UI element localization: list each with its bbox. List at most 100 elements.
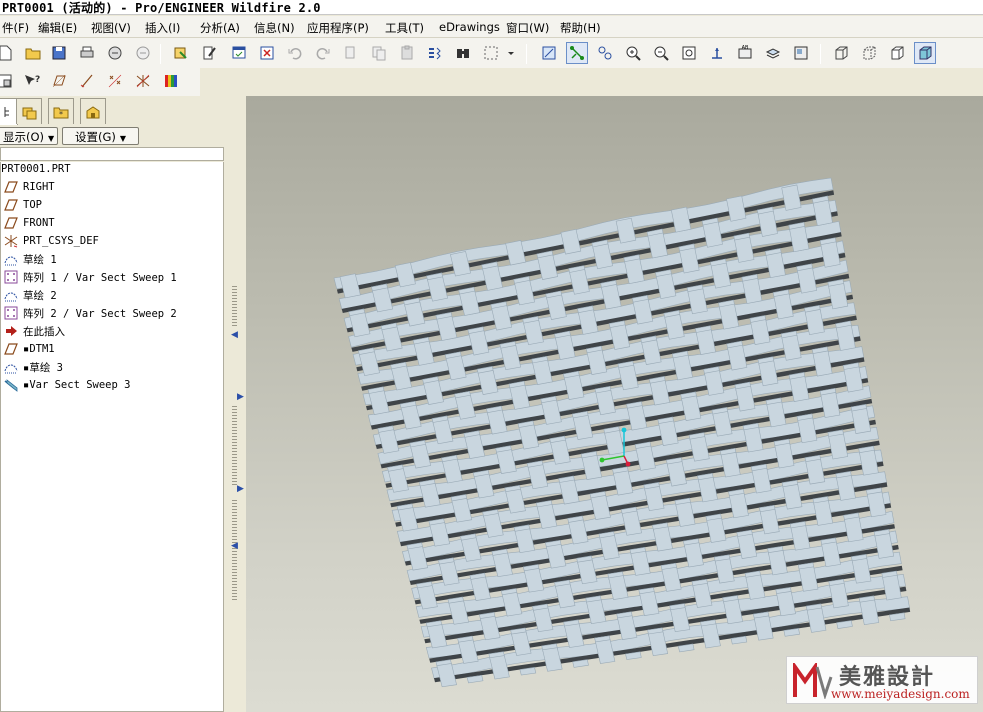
menu-insert[interactable]: 插入(I) <box>145 20 180 36</box>
meiya-logo <box>793 663 833 699</box>
tree-item-insert-here[interactable]: 在此插入 <box>1 322 65 340</box>
expand-right-icon[interactable]: ▶ <box>237 392 244 402</box>
find-icon[interactable] <box>452 42 474 64</box>
plane-display-icon[interactable] <box>48 70 70 92</box>
copy-icon[interactable] <box>368 42 390 64</box>
connections-tab[interactable] <box>80 98 106 124</box>
title-bar: PRT0001 (活动的) - Pro/ENGINEER Wildfire 2.… <box>0 0 983 15</box>
close-window-icon[interactable] <box>256 42 278 64</box>
folder-browser-tab[interactable] <box>16 98 42 124</box>
redo-icon[interactable] <box>312 42 334 64</box>
chevron-down-icon: ▼ <box>119 134 127 143</box>
new-icon[interactable] <box>0 42 16 64</box>
shading-icon[interactable] <box>914 42 936 64</box>
undo-icon[interactable] <box>284 42 306 64</box>
tree-item-pattern-1[interactable]: 阵列 1 / Var Sect Sweep 1 <box>1 268 177 286</box>
hidden-line-icon[interactable] <box>858 42 880 64</box>
tree-item-sweep-3[interactable]: ▪Var Sect Sweep 3 <box>1 376 130 394</box>
send-mail-icon[interactable] <box>132 42 154 64</box>
svg-text:AB: AB <box>742 45 749 51</box>
axis-display-icon[interactable] <box>76 70 98 92</box>
menu-window[interactable]: 窗口(W) <box>506 20 549 36</box>
tree-item-top[interactable]: TOP <box>1 196 42 214</box>
datum-plane-icon[interactable] <box>538 42 560 64</box>
pattern-icon <box>4 306 18 320</box>
menu-info[interactable]: 信息(N) <box>254 20 295 36</box>
color-appearance-icon[interactable] <box>160 70 182 92</box>
paste-special-icon[interactable] <box>424 42 446 64</box>
tree-item-front[interactable]: FRONT <box>1 214 55 232</box>
collapse-left-icon[interactable]: ◀ <box>231 541 238 551</box>
regenerate-icon[interactable] <box>170 42 192 64</box>
show-label: 显示(O) <box>3 130 45 144</box>
csys-display-icon[interactable] <box>132 70 154 92</box>
menu-view[interactable]: 视图(V) <box>91 20 131 36</box>
zoom-in-icon[interactable] <box>622 42 644 64</box>
favorites-tab[interactable]: * <box>48 98 74 124</box>
saved-views-icon[interactable]: AB <box>734 42 756 64</box>
tree-item-root[interactable]: PRT0001.PRT <box>1 160 71 178</box>
graphics-viewport[interactable] <box>246 96 983 712</box>
reorient-icon[interactable] <box>706 42 728 64</box>
expand-right-icon[interactable]: ▶ <box>237 484 244 494</box>
tree-item-sketch-2[interactable]: 草绘 2 <box>1 286 57 304</box>
settings-label: 设置(G) <box>74 130 116 144</box>
tree-item-right[interactable]: RIGHT <box>1 178 55 196</box>
view-manager-icon[interactable] <box>790 42 812 64</box>
edit-icon[interactable] <box>198 42 220 64</box>
tree-filter-field[interactable] <box>0 147 224 161</box>
menu-edit[interactable]: 编辑(E) <box>38 20 77 36</box>
select-box-icon[interactable] <box>480 42 502 64</box>
panel-splitter[interactable]: ◀ ▶ ▶ ◀ <box>228 96 246 712</box>
watermark: 美雅設計 www.meiyadesign.com <box>786 656 978 704</box>
model-tree: PRT0001.PRT RIGHT TOP FRONT PRT_CSYS_DEF… <box>0 162 224 712</box>
no-hidden-icon[interactable] <box>886 42 908 64</box>
cut-icon[interactable] <box>340 42 362 64</box>
layers-icon[interactable] <box>762 42 784 64</box>
menu-file[interactable]: 件(F) <box>2 20 29 36</box>
tree-item-dtm1[interactable]: ▪DTM1 <box>1 340 55 358</box>
menu-tools[interactable]: 工具(T) <box>385 20 424 36</box>
tree-item-sketch-1[interactable]: 草绘 1 <box>1 250 57 268</box>
model-info-icon[interactable] <box>0 70 16 92</box>
menu-help[interactable]: 帮助(H) <box>560 20 601 36</box>
menu-applications[interactable]: 应用程序(P) <box>307 20 369 36</box>
datum-plane-icon <box>4 343 18 355</box>
menu-analysis[interactable]: 分析(A) <box>200 20 240 36</box>
csys-y-axis-tip <box>621 427 627 433</box>
print-icon[interactable] <box>76 42 98 64</box>
send-icon[interactable] <box>104 42 126 64</box>
datum-point-icon[interactable] <box>594 42 616 64</box>
show-dropdown[interactable]: 显示(O) ▼ <box>0 127 58 145</box>
refit-icon[interactable] <box>678 42 700 64</box>
pro-engineer-window: PRT0001 (活动的) - Pro/ENGINEER Wildfire 2.… <box>0 0 983 712</box>
tree-item-label: ▪Var Sect Sweep 3 <box>23 379 131 391</box>
chevron-down-icon: ▼ <box>48 134 55 143</box>
wireframe-icon[interactable] <box>830 42 852 64</box>
open-icon[interactable] <box>22 42 44 64</box>
collapse-left-icon[interactable]: ◀ <box>231 330 238 340</box>
csys-icon <box>4 235 18 248</box>
zoom-out-icon[interactable] <box>650 42 672 64</box>
main-toolbar: AB <box>0 38 983 68</box>
datum-axis-icon[interactable] <box>566 42 588 64</box>
settings-dropdown[interactable]: 设置(G) ▼ <box>62 127 139 145</box>
menu-edrawings[interactable]: eDrawings <box>439 20 500 34</box>
pattern-icon <box>4 270 18 284</box>
window-icon[interactable] <box>228 42 250 64</box>
whats-this-icon[interactable]: ? <box>20 70 42 92</box>
sweep-icon <box>4 379 18 392</box>
navigator-panel: * 显示(O) ▼ 设置(G) ▼ PRT0001.PRT RIGHT TOP FR… <box>0 96 228 712</box>
paste-icon[interactable] <box>396 42 418 64</box>
datum-plane-icon <box>4 199 18 211</box>
dropdown-icon[interactable] <box>504 42 518 64</box>
save-icon[interactable] <box>48 42 70 64</box>
point-display-icon[interactable] <box>104 70 126 92</box>
tree-item-pattern-2[interactable]: 阵列 2 / Var Sect Sweep 2 <box>1 304 177 322</box>
tree-item-sketch-3[interactable]: ▪草绘 3 <box>1 358 63 376</box>
svg-text:*: * <box>59 110 63 119</box>
tree-item-csys[interactable]: PRT_CSYS_DEF <box>1 232 99 250</box>
sketch-icon <box>4 364 18 374</box>
csys-z-axis-tip <box>625 461 631 467</box>
woven-mesh-model <box>333 177 911 688</box>
